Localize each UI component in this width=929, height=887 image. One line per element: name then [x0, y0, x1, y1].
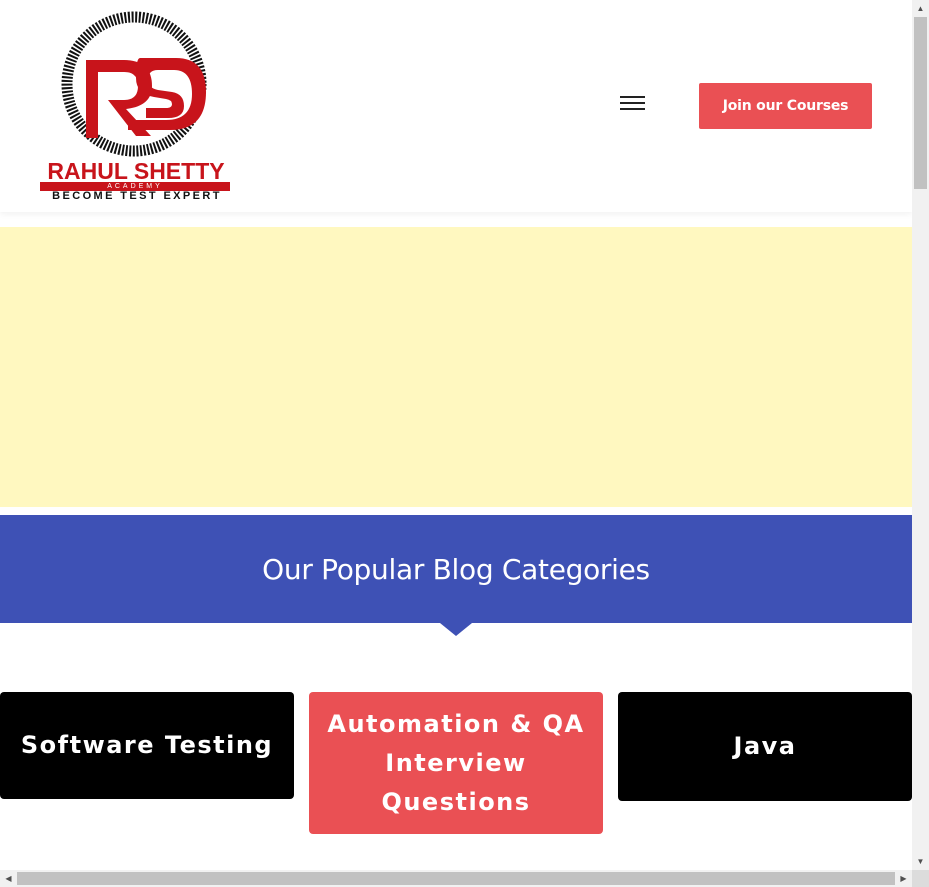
hamburger-menu-icon[interactable]	[620, 96, 646, 116]
category-card-software-testing[interactable]: Software Testing	[0, 692, 294, 799]
triangle-right-icon[interactable]: ▶	[895, 870, 912, 887]
rs-monogram-logo	[61, 11, 207, 157]
triangle-left-icon[interactable]: ◀	[0, 870, 17, 887]
categories-band: Our Popular Blog Categories	[0, 515, 912, 623]
join-courses-button[interactable]: Join our Courses	[699, 83, 872, 129]
menu-line	[620, 108, 645, 110]
horizontal-scroll-thumb[interactable]	[17, 872, 895, 885]
site-logo[interactable]: RAHUL SHETTY ACADEMY BECOME TEST EXPERT	[36, 10, 236, 206]
logo-tagline-text: BECOME TEST EXPERT	[52, 190, 222, 202]
triangle-up-icon[interactable]: ▲	[912, 0, 929, 17]
vertical-scroll-thumb[interactable]	[914, 17, 927, 189]
categories-heading: Our Popular Blog Categories	[262, 552, 650, 586]
menu-line	[620, 96, 645, 98]
logo-name-text: RAHUL SHETTY	[47, 158, 225, 184]
page-viewport: RAHUL SHETTY ACADEMY BECOME TEST EXPERT …	[0, 0, 912, 870]
ad-banner-area	[0, 227, 912, 507]
category-card-java[interactable]: Java	[618, 692, 912, 801]
scrollbar-corner	[912, 870, 929, 887]
category-card-interview-questions[interactable]: Automation & QA Interview Questions	[309, 692, 603, 834]
site-header: RAHUL SHETTY ACADEMY BECOME TEST EXPERT …	[0, 0, 912, 212]
menu-line	[620, 102, 645, 104]
horizontal-scrollbar[interactable]: ◀ ▶	[0, 870, 912, 887]
band-pointer-arrow	[440, 623, 472, 636]
triangle-down-icon[interactable]: ▼	[912, 853, 929, 870]
vertical-scrollbar[interactable]: ▲ ▼	[912, 0, 929, 870]
